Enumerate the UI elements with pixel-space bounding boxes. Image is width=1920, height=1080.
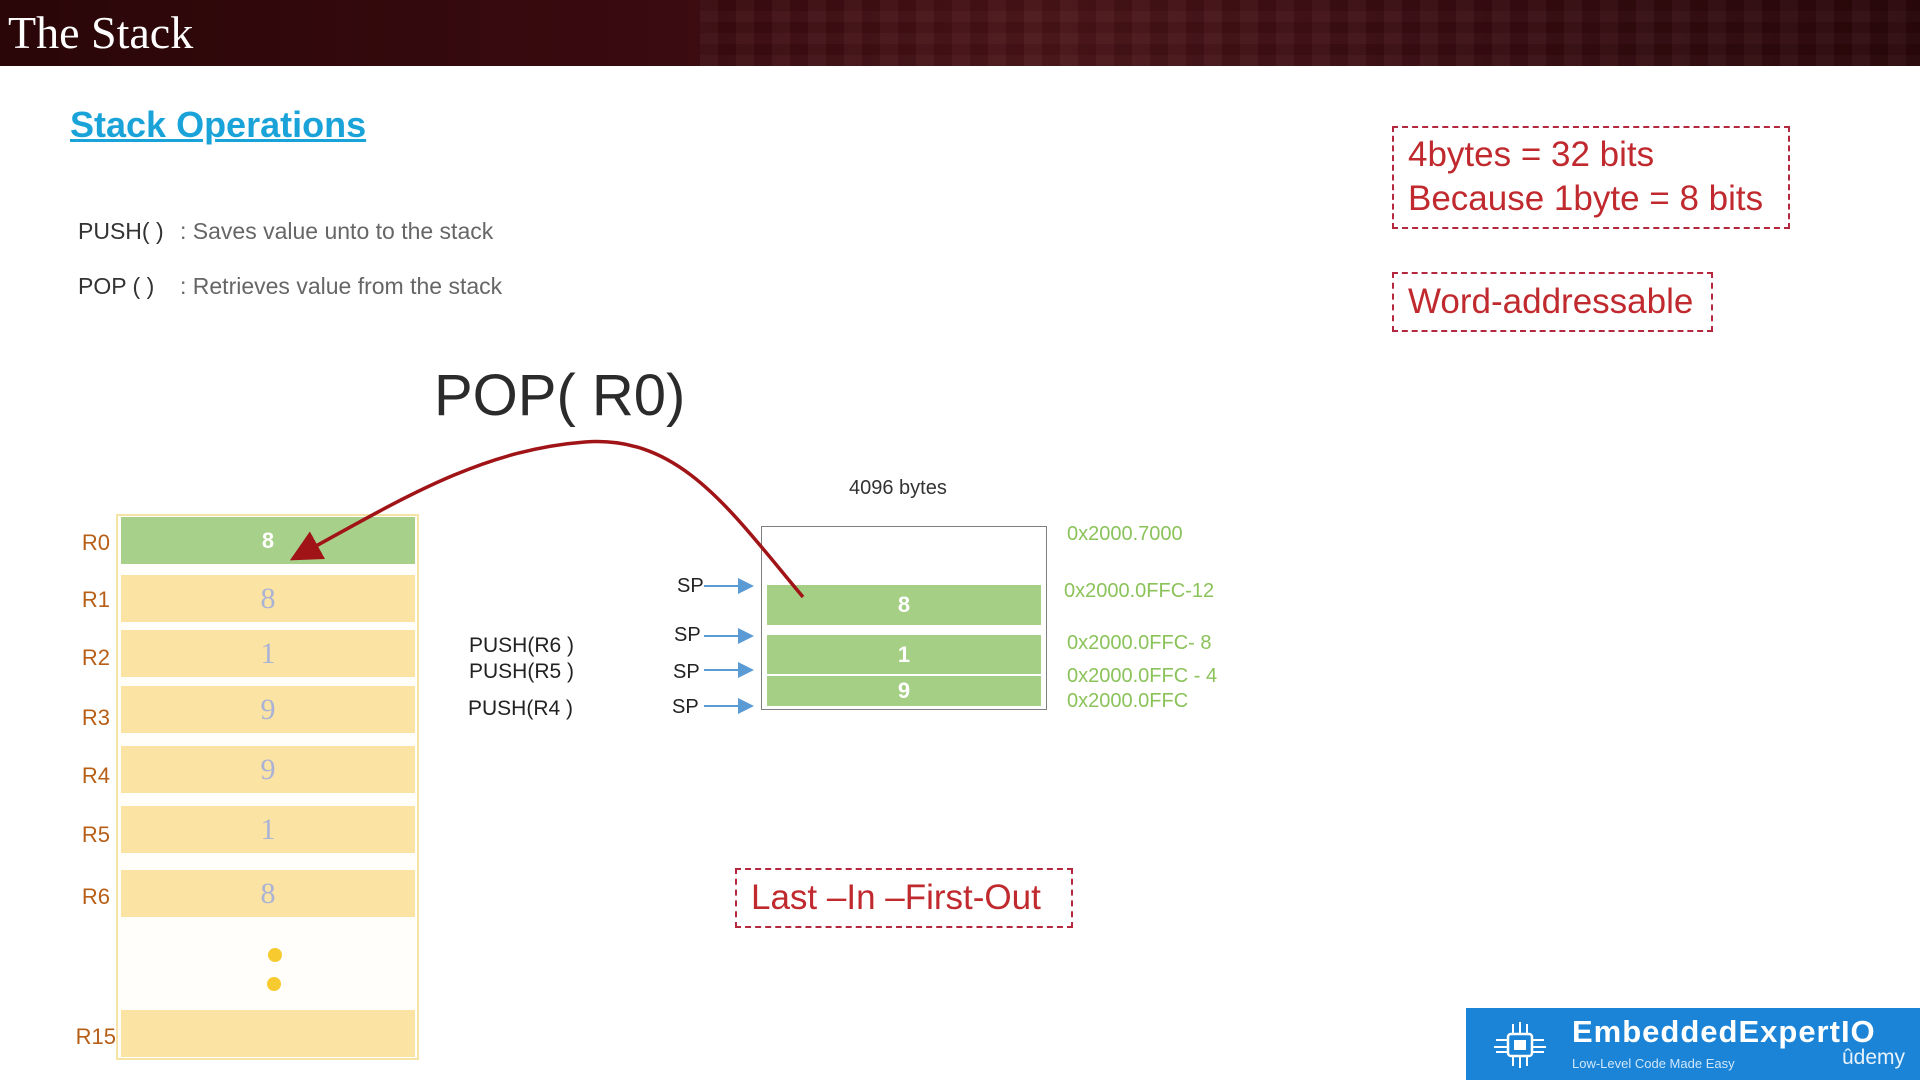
brand-name: EmbeddedExpertIO (1572, 1014, 1876, 1049)
brand-logo-banner: EmbeddedExpertIO Low-Level Code Made Eas… (1466, 1008, 1920, 1080)
udemy-watermark: ûdemy (1842, 1046, 1906, 1069)
brand-tagline: Low-Level Code Made Easy (1572, 1056, 1735, 1071)
chip-icon (1494, 1022, 1546, 1068)
pop-curve-arrow-icon (289, 439, 805, 599)
arrows-overlay (289, 439, 805, 714)
